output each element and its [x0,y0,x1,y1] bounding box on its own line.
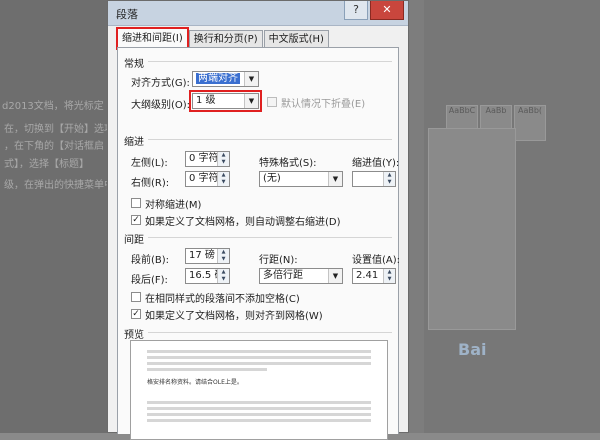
divider [148,332,392,333]
styles-pane [428,128,516,330]
collapsed-label: 默认情况下折叠(E) [281,99,366,110]
outline-level-label: 大纲级别(O): [131,100,191,111]
watermark-logo: Bai [458,340,487,359]
spin-arrows-icon[interactable]: ▲ ▼ [217,249,229,263]
preview-next-line [147,401,371,404]
chevron-down-icon: ▼ [244,94,258,108]
chevron-down-icon: ▼ [244,72,258,86]
indent-by-label: 缩进值(Y): [352,158,400,169]
divider [148,237,392,238]
tab-strip: 缩进和间距(I) 换行和分页(P) 中文版式(H) [116,27,330,50]
spacing-at-label: 设置值(A): [352,255,401,266]
indent-right-label: 右侧(R): [131,178,170,189]
document-page: d2013文档，将光标定 在，切换到【开始】选项 ，在下角的【对话框启 式】，选… [0,0,114,433]
doc-text-line: 级，在弹出的快捷菜单中 [4,180,114,191]
preview-next-line [147,419,371,422]
alignment-select[interactable]: 两端对齐 ▼ [192,71,259,87]
dialog-title: 段落 [116,8,138,21]
snap-to-grid-checkbox[interactable]: ✓ [131,309,141,319]
close-button[interactable]: ✕ [370,1,404,20]
space-after-label: 段后(F): [131,275,168,286]
preview-next-line [147,413,371,416]
space-before-value: 17 磅 [189,250,215,261]
divider [148,139,392,140]
spin-arrows-icon[interactable]: ▲ ▼ [383,269,395,283]
spacing-at-spinner[interactable]: 2.41 ▲ ▼ [352,268,396,284]
title-bar[interactable]: 段落 ? ✕ [108,1,408,26]
tab-indents-spacing[interactable]: 缩进和间距(I) [116,27,189,50]
special-indent-select[interactable]: (无) ▼ [259,171,343,187]
preview-prev-line [147,350,371,353]
style-gallery-item: AaBb( [514,105,546,141]
auto-adjust-label: 如果定义了文档网格，则自动调整右缩进(D) [145,217,341,228]
divider [148,61,392,62]
line-spacing-value: 多倍行距 [263,270,303,281]
spin-arrows-icon[interactable]: ▲ ▼ [383,172,395,186]
doc-text-line: d2013文档，将光标定 [2,101,104,112]
indent-left-spinner[interactable]: 0 字符 ▲ ▼ [185,151,230,167]
preview-prev-line [147,356,371,359]
preview-prev-line [147,368,267,371]
paragraph-preview: 格安排名称资料。请结合OLE上是。 [130,340,388,440]
section-general: 常规 [124,59,144,70]
no-space-same-style-label: 在相同样式的段落间不添加空格(C) [145,294,300,305]
mirror-indents-checkbox[interactable] [131,198,141,208]
outline-level-select[interactable]: 1 级 ▼ [189,90,262,112]
special-indent-value: (无) [263,173,281,184]
spin-arrows-icon[interactable]: ▲ ▼ [217,152,229,166]
indent-by-spinner[interactable]: ▲ ▼ [352,171,396,187]
chevron-down-icon: ▼ [328,269,342,283]
snap-to-grid-label: 如果定义了文档网格，则对齐到网格(W) [145,311,323,322]
preview-sample-text: 格安排名称资料。请结合OLE上是。 [147,379,243,386]
collapsed-checkbox[interactable] [267,97,277,107]
help-button[interactable]: ? [344,1,368,20]
spacing-at-value: 2.41 [356,270,379,281]
special-indent-label: 特殊格式(S): [259,158,317,169]
tab-panel: 常规 对齐方式(G): 两端对齐 ▼ 大纲级别(O): 1 级 ▼ 默认情况下折… [117,47,401,440]
spin-arrows-icon[interactable]: ▲ ▼ [217,172,229,186]
no-space-same-style-checkbox[interactable] [131,292,141,302]
space-after-spinner[interactable]: 16.5 磅 ▲ ▼ [185,268,230,284]
indent-right-spinner[interactable]: 0 字符 ▲ ▼ [185,171,230,187]
paragraph-dialog: 段落 ? ✕ 缩进和间距(I) 换行和分页(P) 中文版式(H) 常规 对齐方式… [107,0,409,440]
doc-text-line: 在，切换到【开始】选项 [4,124,114,135]
outline-level-value: 1 级 [196,95,216,106]
section-preview: 预览 [124,330,144,341]
indent-left-label: 左侧(L): [131,158,168,169]
alignment-value: 两端对齐 [196,73,240,84]
preview-prev-line [147,362,371,365]
doc-text-line: ，在下角的【对话框启 [4,141,104,152]
mirror-indents-label: 对称缩进(M) [145,200,202,211]
space-before-spinner[interactable]: 17 磅 ▲ ▼ [185,248,230,264]
section-indentation: 缩进 [124,137,144,148]
doc-text-line: 式】，选择【标题】 [4,159,89,170]
auto-adjust-checkbox[interactable]: ✓ [131,215,141,225]
section-spacing: 间距 [124,235,144,246]
preview-next-line [147,407,371,410]
line-spacing-select[interactable]: 多倍行距 ▼ [259,268,343,284]
indent-left-value: 0 字符 [189,153,219,164]
alignment-label: 对齐方式(G): [131,78,190,89]
chevron-down-icon: ▼ [328,172,342,186]
spin-arrows-icon[interactable]: ▲ ▼ [217,269,229,283]
indent-right-value: 0 字符 [189,173,219,184]
space-before-label: 段前(B): [131,255,170,266]
line-spacing-label: 行距(N): [259,255,298,266]
